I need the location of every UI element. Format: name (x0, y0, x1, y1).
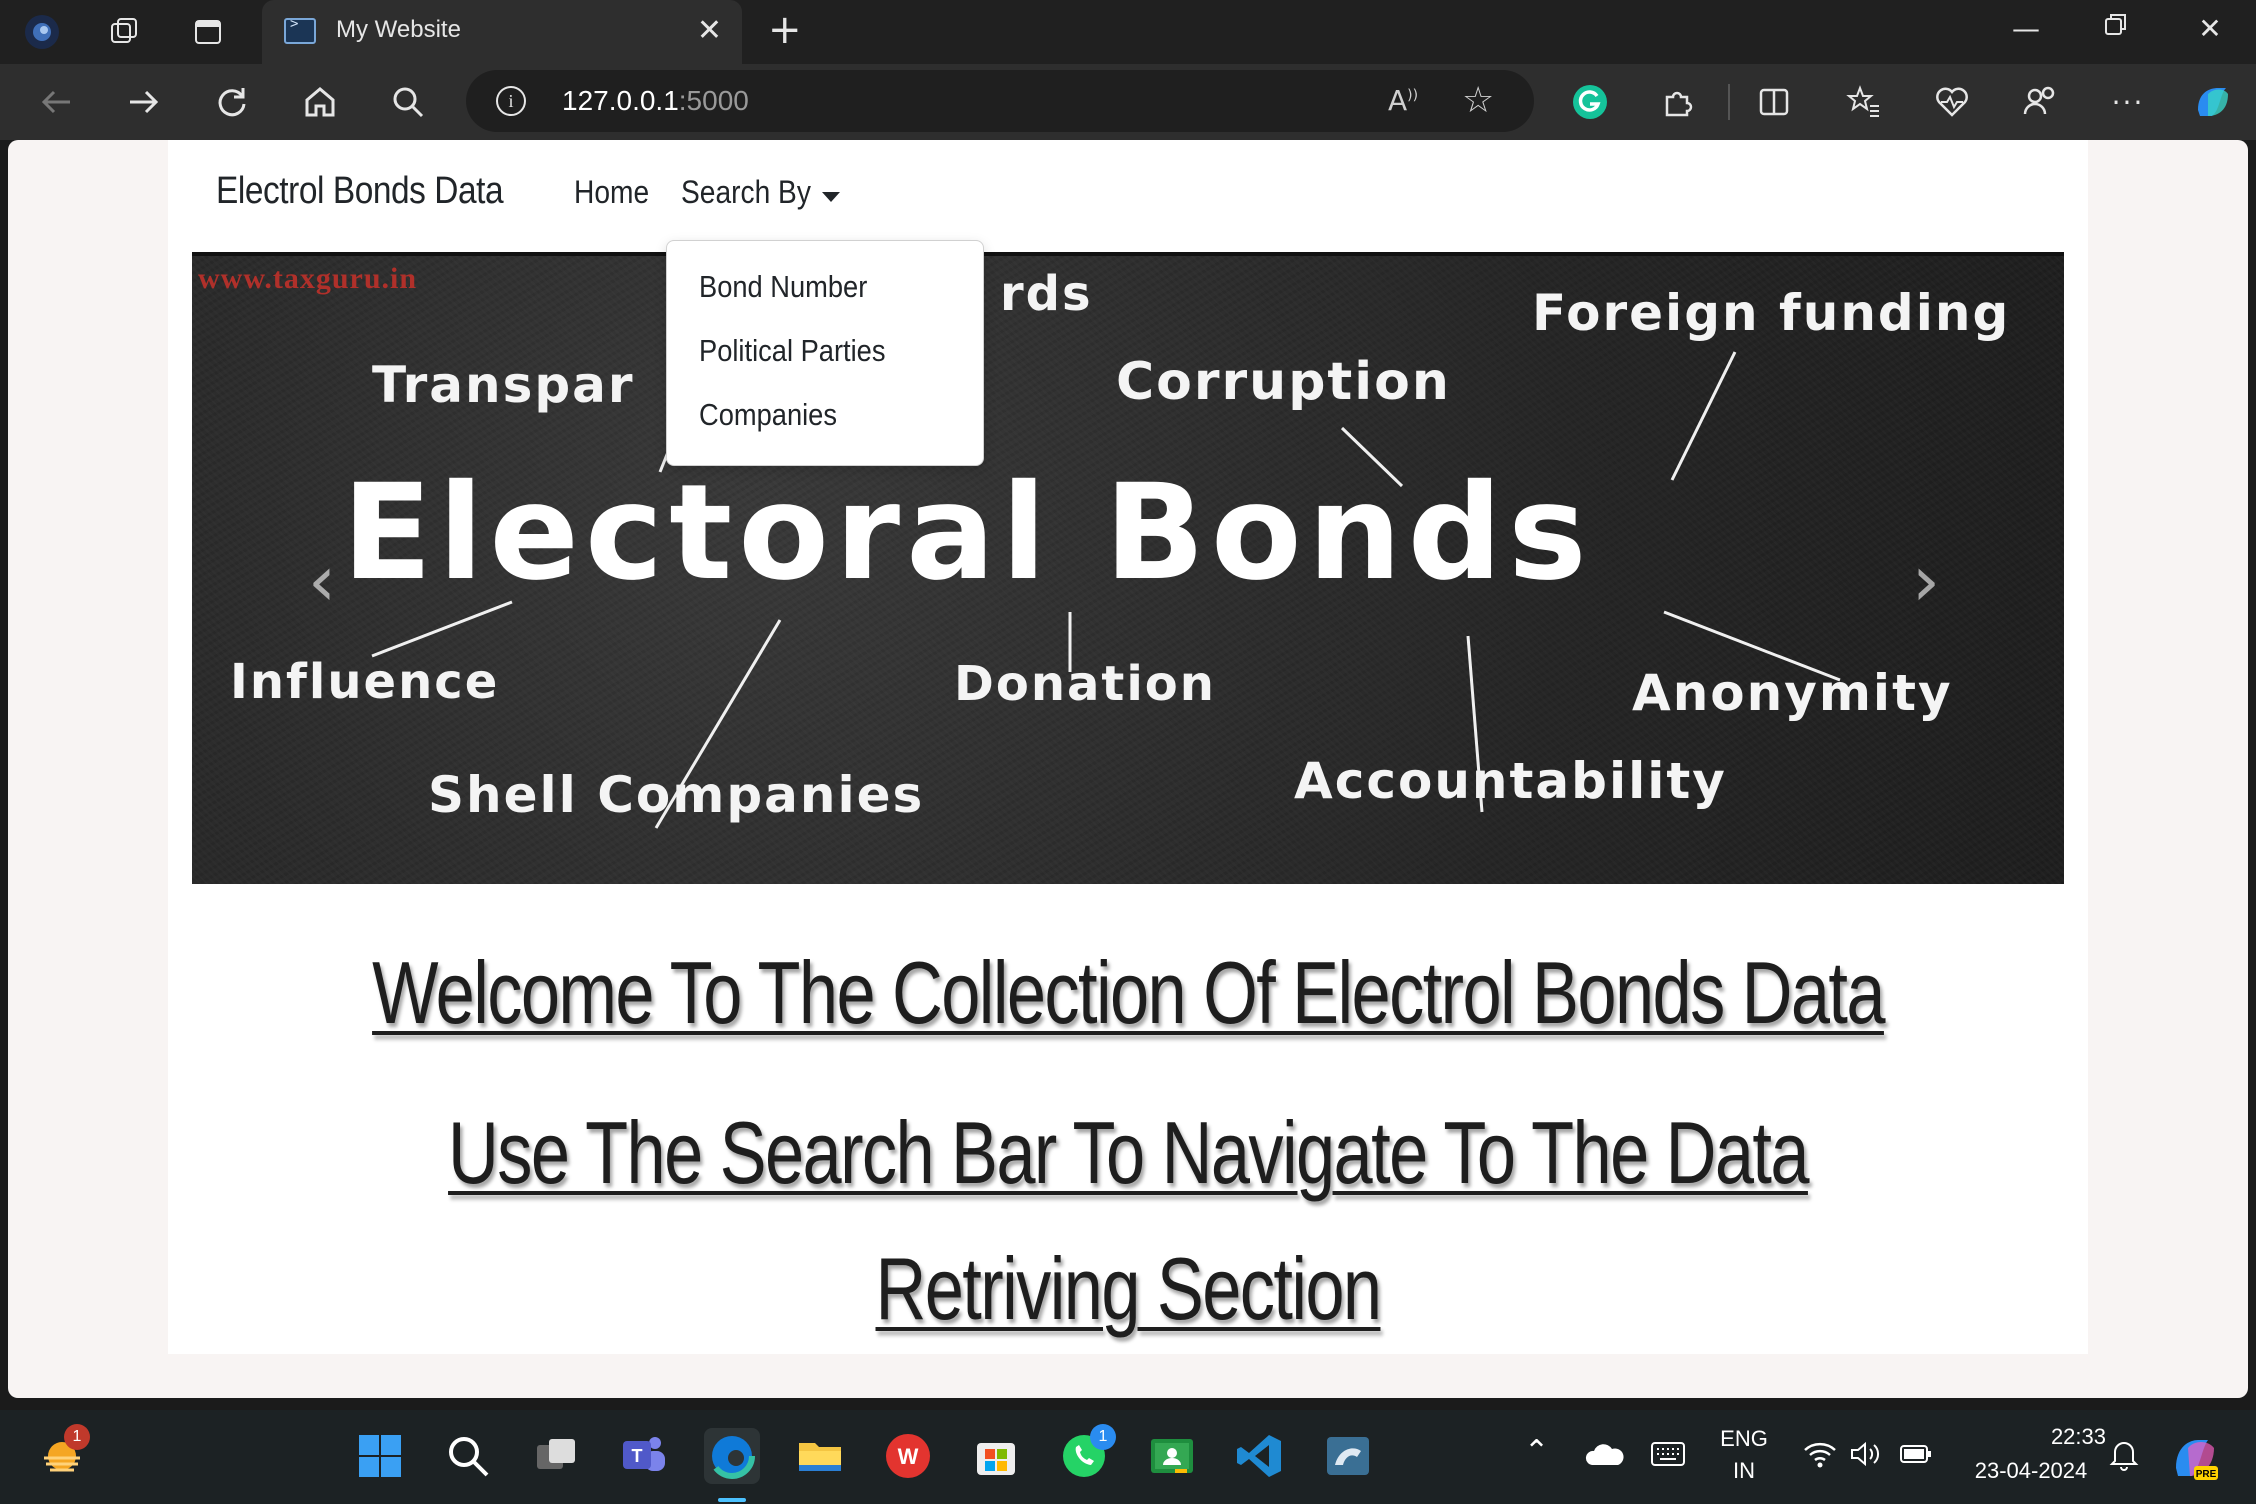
grammarly-icon[interactable] (1568, 80, 1612, 124)
favorites-icon[interactable] (1842, 80, 1886, 124)
dropdown-item-bond-number[interactable]: Bond Number (699, 269, 867, 305)
browser-toolbar: i 127.0.0.1:5000 A)) ☆ ··· (0, 64, 2256, 140)
tab-actions-icon[interactable] (190, 14, 226, 50)
refresh-icon[interactable] (210, 80, 254, 124)
workspaces-icon[interactable] (106, 14, 142, 50)
search-icon[interactable] (386, 80, 430, 124)
widgets-badge: 1 (64, 1424, 90, 1450)
chevron-down-icon[interactable] (822, 192, 840, 202)
edge-active-indicator (718, 1498, 746, 1502)
search-by-dropdown-menu: Bond Number Political Parties Companies (666, 240, 984, 466)
site-navbar: Electrol Bonds Data Home Search By (168, 140, 2088, 250)
nav-dropdown-search-by[interactable]: Search By (681, 174, 811, 211)
read-aloud-icon[interactable]: A)) (1388, 84, 1418, 117)
more-options-icon[interactable]: ··· (2106, 80, 2150, 124)
wifi-icon[interactable] (1800, 1434, 1840, 1474)
url-text: 127.0.0.1:5000 (562, 85, 749, 116)
keyboard-icon[interactable] (1646, 1432, 1690, 1476)
vscode-icon[interactable] (1232, 1428, 1288, 1484)
file-explorer-icon[interactable] (792, 1428, 848, 1484)
carousel-prev-icon[interactable]: ‹ (308, 546, 336, 616)
tab-title: My Website (336, 16, 461, 43)
clock[interactable]: 22:33 23-04-2024 (1956, 1424, 2106, 1484)
copilot-people-icon[interactable] (2018, 80, 2062, 124)
favorite-star-icon[interactable]: ☆ (1462, 80, 1494, 121)
restore-icon[interactable] (2086, 12, 2146, 45)
close-window-icon[interactable]: ✕ (2180, 12, 2240, 45)
teams-icon[interactable]: T (616, 1428, 672, 1484)
hero-arrows (371, 351, 1841, 829)
nav-link-home[interactable]: Home (574, 174, 649, 211)
browser-title-bar: My Website ✕ + — ✕ (0, 0, 2256, 64)
search-icon[interactable] (440, 1428, 496, 1484)
browser-tab-active[interactable]: My Website ✕ (262, 0, 742, 64)
profile-avatar-icon[interactable] (24, 14, 60, 50)
dropdown-item-companies[interactable]: Companies (699, 397, 837, 433)
hero-carousel-image: www.taxguru.in rds Transpar Corruption F… (192, 252, 2064, 884)
site-info-icon[interactable]: i (496, 86, 526, 116)
dropdown-item-political-parties[interactable]: Political Parties (699, 333, 885, 369)
show-hidden-icons-chevron-up-icon[interactable]: ⌃ (1524, 1434, 1549, 1469)
terminal-favicon-icon (284, 16, 316, 44)
clock-time: 22:33 (2050, 1424, 2106, 1449)
microsoft-store-icon[interactable] (968, 1428, 1024, 1484)
instruction-heading-line2: Retriving Section (875, 1239, 1383, 1338)
svg-text:W: W (898, 1444, 919, 1469)
browser-viewport: Electrol Bonds Data Home Search By www.t… (8, 140, 2248, 1398)
svg-text:T: T (632, 1446, 643, 1466)
notifications-bell-icon[interactable] (2102, 1432, 2146, 1476)
split-screen-icon[interactable] (1752, 80, 1796, 124)
svg-text:PRE: PRE (2196, 1469, 2217, 1480)
copilot-icon[interactable] (2190, 80, 2234, 124)
mysql-workbench-icon[interactable] (1320, 1428, 1376, 1484)
battery-icon[interactable] (1896, 1434, 1936, 1474)
wps-office-icon[interactable]: W (880, 1428, 936, 1484)
extensions-icon[interactable] (1656, 80, 1700, 124)
windows-start-icon[interactable] (352, 1428, 408, 1484)
copilot-preview-icon[interactable]: PRE (2166, 1430, 2222, 1486)
home-icon[interactable] (298, 80, 342, 124)
instruction-heading-line1: Use The Search Bar To Navigate To The Da… (448, 1103, 1809, 1202)
close-tab-icon[interactable]: ✕ (697, 14, 722, 48)
welcome-heading: Welcome To The Collection Of Electrol Bo… (372, 943, 1885, 1042)
volume-icon[interactable] (1846, 1434, 1886, 1474)
carousel-next-icon[interactable]: › (1912, 546, 1940, 616)
browser-essentials-icon[interactable] (1930, 80, 1974, 124)
onedrive-icon[interactable] (1582, 1432, 1626, 1476)
whatsapp-badge: 1 (1090, 1424, 1116, 1450)
region-code: IN (1733, 1458, 1755, 1483)
toolbar-separator (1728, 84, 1730, 120)
back-icon[interactable] (34, 80, 78, 124)
language-code: ENG (1720, 1426, 1768, 1451)
edge-icon[interactable] (704, 1428, 760, 1484)
minimize-icon[interactable]: — (1996, 12, 2056, 45)
windows-taskbar: 1 T W 1 ⌃ ENG IN 22:33 23-04-2024 PRE (0, 1410, 2256, 1504)
task-view-icon[interactable] (528, 1428, 584, 1484)
new-tab-icon[interactable]: + (768, 10, 802, 50)
google-classroom-icon[interactable] (1144, 1428, 1200, 1484)
language-indicator[interactable]: ENG IN (1716, 1426, 1772, 1484)
navbar-brand[interactable]: Electrol Bonds Data (216, 170, 504, 213)
forward-icon[interactable] (122, 80, 166, 124)
address-bar[interactable]: i 127.0.0.1:5000 A)) ☆ (466, 70, 1534, 132)
web-page: Electrol Bonds Data Home Search By www.t… (168, 140, 2088, 1354)
clock-date: 23-04-2024 (1974, 1458, 2088, 1483)
